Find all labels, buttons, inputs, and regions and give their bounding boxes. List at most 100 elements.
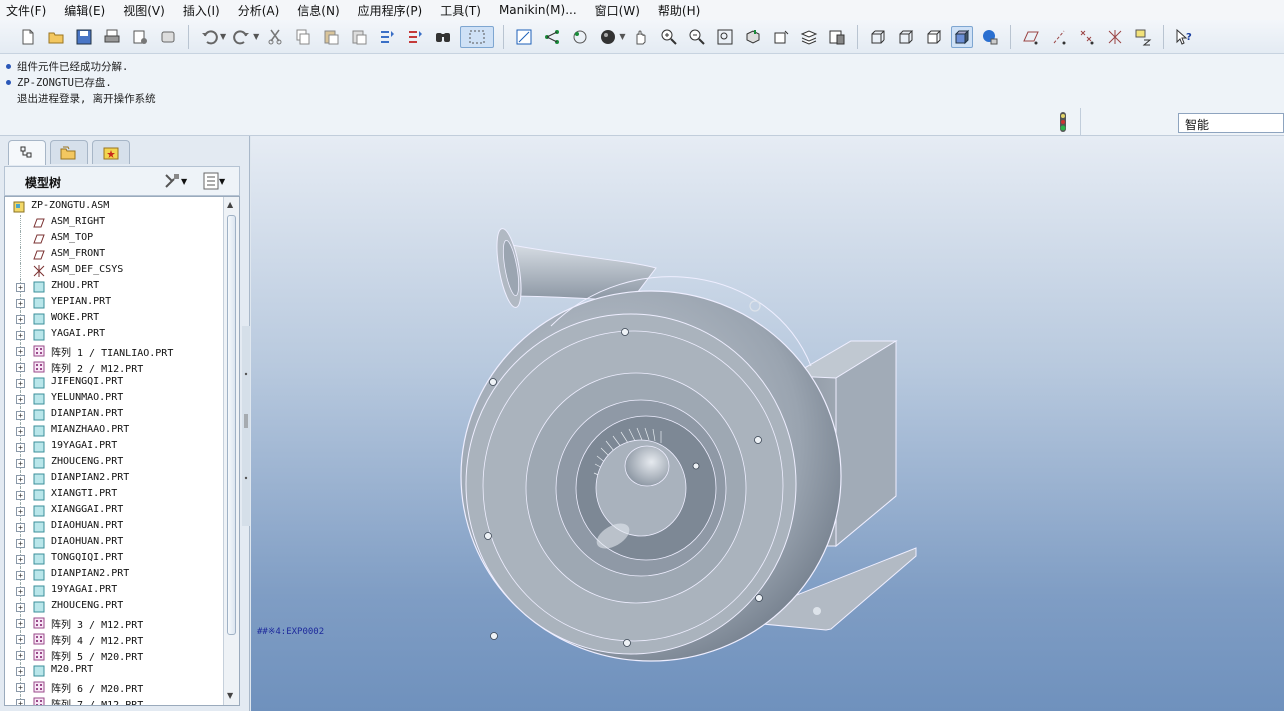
reorient-icon[interactable] [742,26,764,48]
expand-icon[interactable]: + [16,331,25,340]
undo-dropdown-icon[interactable]: ▼ [220,32,226,41]
menu-analysis[interactable]: 分析(A) [238,2,280,19]
tree-row[interactable]: + MIANZHAAO.PRT [5,423,215,439]
tree-row[interactable]: ASM_TOP [5,231,215,247]
datum-point-display-icon[interactable] [1076,26,1098,48]
saved-views-icon[interactable] [770,26,792,48]
tree-row[interactable]: + 阵列 4 / M12.PRT [5,631,215,647]
tree-row[interactable]: + YAGAI.PRT [5,327,215,343]
layers-icon[interactable] [798,26,820,48]
sketch-icon[interactable] [513,26,535,48]
tree-row[interactable]: +19YAGAI.PRT [5,583,215,599]
menu-manikin[interactable]: Manikin(M)... [499,3,577,17]
expand-icon[interactable]: + [16,539,25,548]
tree-row[interactable]: + 阵列 7 / M12.PRT [5,695,215,705]
tree-show-button[interactable]: ▼ [203,172,225,190]
expand-icon[interactable]: + [16,523,25,532]
expand-icon[interactable]: + [16,299,25,308]
tree-row[interactable]: + DIANPIAN2.PRT [5,471,215,487]
scroll-down-icon[interactable]: ▼ [227,691,233,700]
tree-row[interactable]: + 阵列 5 / M20.PRT [5,647,215,663]
print-icon[interactable] [101,26,123,48]
expand-icon[interactable]: + [16,635,25,644]
tree-settings-button[interactable]: ▼ [163,172,187,190]
datum-point-icon[interactable] [569,26,591,48]
expand-icon[interactable]: + [16,667,25,676]
undo-icon[interactable] [198,26,220,48]
tab-favorites[interactable] [92,140,130,164]
zoom-out-icon[interactable] [686,26,708,48]
tree-row[interactable]: + 阵列 3 / M12.PRT [5,615,215,631]
menu-applications[interactable]: 应用程序(P) [358,2,423,19]
expand-icon[interactable]: + [16,459,25,468]
send-attachment-icon[interactable] [157,26,179,48]
expand-icon[interactable]: + [16,555,25,564]
send-mail-icon[interactable] [129,26,151,48]
wireframe-icon[interactable] [867,26,889,48]
hidden-line-icon[interactable] [895,26,917,48]
tree-row[interactable]: + 阵列 2 / M12.PRT [5,359,215,375]
menu-view[interactable]: 视图(V) [123,2,165,19]
find-icon[interactable] [432,26,454,48]
model-globe-icon[interactable] [979,26,1001,48]
regenerate-icon[interactable] [376,26,398,48]
expand-icon[interactable]: + [16,491,25,500]
expand-icon[interactable]: + [16,411,25,420]
menu-info[interactable]: 信息(N) [297,2,339,19]
datum-axis-display-icon[interactable] [1048,26,1070,48]
redo-dropdown-icon[interactable]: ▼ [253,32,259,41]
open-folder-icon[interactable] [45,26,67,48]
tree-row[interactable]: + ZHOU.PRT [5,279,215,295]
regeneration-status-icon[interactable] [1057,112,1069,132]
pan-hand-icon[interactable] [630,26,652,48]
tree-row[interactable]: + DIAOHUAN.PRT [5,519,215,535]
redo-icon[interactable] [231,26,253,48]
save-icon[interactable] [73,26,95,48]
datum-curve-icon[interactable] [541,26,563,48]
select-box-icon[interactable] [460,25,495,48]
csys-display-icon[interactable] [1104,26,1126,48]
graphics-window[interactable]: ##※4:EXP0002 [251,136,1284,711]
panel-resize-handle[interactable] [242,326,250,526]
view-manager-icon[interactable] [826,26,848,48]
expand-icon[interactable]: + [16,683,25,692]
menu-edit[interactable]: 编辑(E) [64,2,105,19]
tree-scrollbar[interactable]: ▲ ▼ [223,197,239,705]
expand-icon[interactable]: + [16,427,25,436]
expand-icon[interactable]: + [16,315,25,324]
shading-icon[interactable] [597,26,619,48]
selection-filter-select[interactable]: 智能 [1178,113,1284,133]
paste-icon[interactable] [320,26,342,48]
paste-special-icon[interactable] [348,26,370,48]
tree-row[interactable]: + DIANPIAN2.PRT [5,567,215,583]
new-file-icon[interactable] [17,26,39,48]
tree-row[interactable]: + DIAOHUAN.PRT [5,535,215,551]
tree-row[interactable]: ZP-ZONGTU.ASM [5,199,215,215]
tree-row[interactable]: + TONGQIQI.PRT [5,551,215,567]
annotation-display-icon[interactable] [1132,26,1154,48]
blower-model[interactable] [251,136,1284,711]
expand-icon[interactable]: + [16,651,25,660]
shading-dropdown-icon[interactable]: ▼ [619,32,625,41]
tree-row[interactable]: + M20.PRT [5,663,215,679]
menu-window[interactable]: 窗口(W) [595,2,640,19]
expand-icon[interactable]: + [16,603,25,612]
expand-icon[interactable]: + [16,699,25,705]
tree-row[interactable]: + 阵列 6 / M20.PRT [5,679,215,695]
menu-insert[interactable]: 插入(I) [183,2,220,19]
expand-icon[interactable]: + [16,619,25,628]
datum-plane-display-icon[interactable] [1020,26,1042,48]
expand-icon[interactable]: + [16,507,25,516]
shaded-icon[interactable] [951,25,974,48]
tree-row[interactable]: + XIANGTI.PRT [5,487,215,503]
tree-row[interactable]: + ZHOUCENG.PRT [5,599,215,615]
menu-help[interactable]: 帮助(H) [658,2,700,19]
tree-row[interactable]: + DIANPIAN.PRT [5,407,215,423]
expand-icon[interactable]: + [16,395,25,404]
context-help-icon[interactable]: ? [1173,26,1195,48]
tree-row[interactable]: + WOKE.PRT [5,311,215,327]
tab-model-tree[interactable] [8,140,46,165]
regenerate-manager-icon[interactable] [404,26,426,48]
tree-row[interactable]: + XIANGGAI.PRT [5,503,215,519]
copy-icon[interactable] [292,26,314,48]
